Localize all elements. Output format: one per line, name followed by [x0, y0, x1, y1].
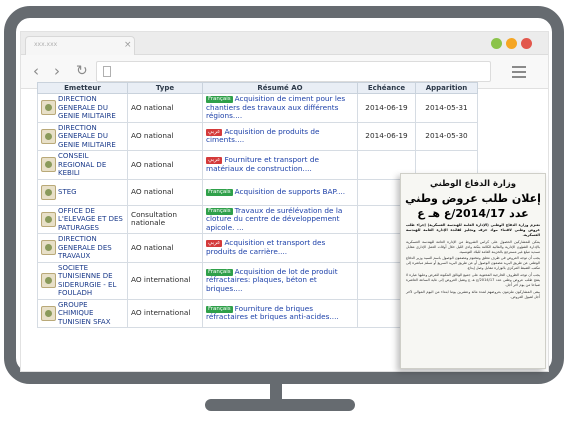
clipping-number: عدد 2014/17/ع هـ ع	[417, 207, 529, 220]
tab-title: xxx.xxx	[34, 41, 58, 48]
emetteur-cell[interactable]: DIRECTION GENERALE DU GENIE MILITAIRE	[37, 93, 128, 123]
resume-link[interactable]: Acquisition de produits de ciments....	[206, 127, 320, 145]
emetteur-logo-icon	[41, 240, 56, 256]
emetteur-name[interactable]: DIRECTION GENERALE DES TRAVAUX	[58, 235, 124, 261]
emetteur-name[interactable]: SOCIETE TUNISIENNE DE SIDERURGIE - EL FO…	[58, 264, 124, 298]
table-header-row: Emetteur Type Résumé AO Echéance Apparit…	[37, 82, 478, 94]
maximize-button[interactable]	[491, 38, 502, 49]
emetteur-logo-icon	[41, 157, 56, 173]
resume-link[interactable]: Acquisition de supports BAP....	[235, 187, 345, 196]
emetteur-name[interactable]: STEG	[58, 188, 77, 197]
apparition-cell: 2014-05-31	[415, 93, 478, 123]
close-window-button[interactable]	[521, 38, 532, 49]
emetteur-cell[interactable]: CONSEIL REGIONAL DE KEBILI	[37, 150, 128, 180]
resume-cell[interactable]: عربي Acquisition de produits de ciments..…	[202, 121, 358, 151]
newspaper-clipping: وزارة الدفاع الوطني إعلان طلب عروض وطني …	[400, 173, 546, 369]
emetteur-logo-icon	[41, 184, 56, 200]
language-badge: Français	[206, 188, 233, 196]
echeance-cell: 2014-06-19	[357, 93, 416, 123]
type-cell: AO national	[127, 178, 203, 206]
apparition-cell: 2014-05-30	[415, 121, 478, 151]
table-row[interactable]: DIRECTION GENERALE DU GENIE MILITAIRE AO …	[37, 121, 478, 151]
forward-arrow-icon[interactable]: ›	[54, 62, 60, 80]
emetteur-cell[interactable]: OFFICE DE L'ELEVAGE ET DES PATURAGES	[37, 204, 128, 234]
clipping-paragraph: يجب أن توجه العروض في ظرف مغلق ومختوم وم…	[406, 256, 540, 271]
page-icon	[103, 66, 111, 77]
resume-link[interactable]: Acquisition et transport des produits de…	[206, 238, 325, 256]
emetteur-logo-icon	[41, 128, 56, 144]
emetteur-logo-icon	[41, 211, 56, 227]
reload-icon[interactable]: ↻	[76, 62, 88, 80]
resume-cell[interactable]: عربي Fourniture et transport de matériaux…	[202, 150, 358, 180]
emetteur-cell[interactable]: SOCIETE TUNISIENNE DE SIDERURGIE - EL FO…	[37, 261, 128, 300]
emetteur-cell[interactable]: DIRECTION GENERALE DES TRAVAUX	[37, 233, 128, 263]
clipping-paragraph: يجب أن توجه الظروف الخارجية المحتوية على…	[406, 273, 540, 287]
browser-tab[interactable]: xxx.xxx ×	[25, 36, 135, 55]
emetteur-name[interactable]: CONSEIL REGIONAL DE KEBILI	[58, 152, 124, 178]
emetteur-name[interactable]: OFFICE DE L'ELEVAGE ET DES PATURAGES	[58, 207, 124, 233]
resume-cell[interactable]: Français Acquisition de lot de produit ré…	[202, 261, 358, 300]
header-apparition[interactable]: Apparition	[415, 82, 478, 94]
emetteur-name[interactable]: DIRECTION GENERALE DU GENIE MILITAIRE	[58, 95, 124, 121]
emetteur-cell[interactable]: DIRECTION GENERALE DU GENIE MILITAIRE	[37, 121, 128, 151]
emetteur-cell[interactable]: GROUPE CHIMIQUE TUNISIEN SFAX	[37, 298, 128, 328]
tab-close-icon[interactable]: ×	[124, 39, 132, 51]
header-type[interactable]: Type	[127, 82, 203, 94]
type-cell: AO international	[127, 298, 203, 328]
resume-link[interactable]: Fourniture et transport de matériaux de …	[206, 155, 319, 173]
resume-cell[interactable]: Français Acquisition de ciment pour les c…	[202, 93, 358, 123]
echeance-cell: 2014-06-19	[357, 121, 416, 151]
clipping-paragraph: يبقى المشاركون ملزمون بعروضهم لمدة مائة …	[406, 289, 540, 299]
header-echeance[interactable]: Echéance	[357, 82, 416, 94]
resume-cell[interactable]: عربي Acquisition et transport des produit…	[202, 233, 358, 263]
table-row[interactable]: DIRECTION GENERALE DU GENIE MILITAIRE AO …	[37, 93, 478, 123]
back-arrow-icon[interactable]: ‹	[33, 62, 39, 80]
type-cell: AO international	[127, 261, 203, 300]
emetteur-logo-icon	[41, 305, 56, 321]
hamburger-menu-icon[interactable]	[512, 66, 526, 78]
emetteur-name[interactable]: DIRECTION GENERALE DU GENIE MILITAIRE	[58, 124, 124, 150]
minimize-button[interactable]	[506, 38, 517, 49]
emetteur-logo-icon	[41, 273, 56, 288]
address-bar[interactable]	[96, 61, 491, 82]
clipping-ministry: وزارة الدفاع الوطني	[429, 179, 516, 189]
resume-cell[interactable]: Français Travaux de surélévation de la cl…	[202, 204, 358, 234]
clipping-title: إعلان طلب عروض وطني	[405, 192, 541, 205]
clipping-body: تعتزم وزارة الدفاع الوطني (الإدارة العام…	[401, 220, 545, 300]
resume-cell[interactable]: Français Acquisition de supports BAP....	[202, 178, 358, 206]
header-emetteur[interactable]: Emetteur	[37, 82, 128, 94]
emetteur-name[interactable]: GROUPE CHIMIQUE TUNISIEN SFAX	[58, 301, 124, 327]
type-cell: AO national	[127, 121, 203, 151]
header-resume[interactable]: Résumé AO	[202, 82, 358, 94]
type-cell: AO national	[127, 150, 203, 180]
emetteur-cell[interactable]: STEG	[37, 178, 128, 206]
monitor-stand-neck	[270, 380, 282, 400]
type-cell: Consultation nationale	[127, 204, 203, 234]
clipping-paragraph: يمكن للمشاركين الحصول على كراس الشروط من…	[406, 239, 540, 254]
resume-cell[interactable]: Français Fourniture de briques réfractair…	[202, 298, 358, 328]
browser-titlebar: xxx.xxx ×	[21, 32, 548, 55]
type-cell: AO national	[127, 93, 203, 123]
type-cell: AO national	[127, 233, 203, 263]
monitor-stand-base	[205, 399, 355, 411]
clipping-paragraph: تعتزم وزارة الدفاع الوطني (الإدارة العام…	[406, 223, 540, 237]
emetteur-logo-icon	[41, 100, 56, 116]
